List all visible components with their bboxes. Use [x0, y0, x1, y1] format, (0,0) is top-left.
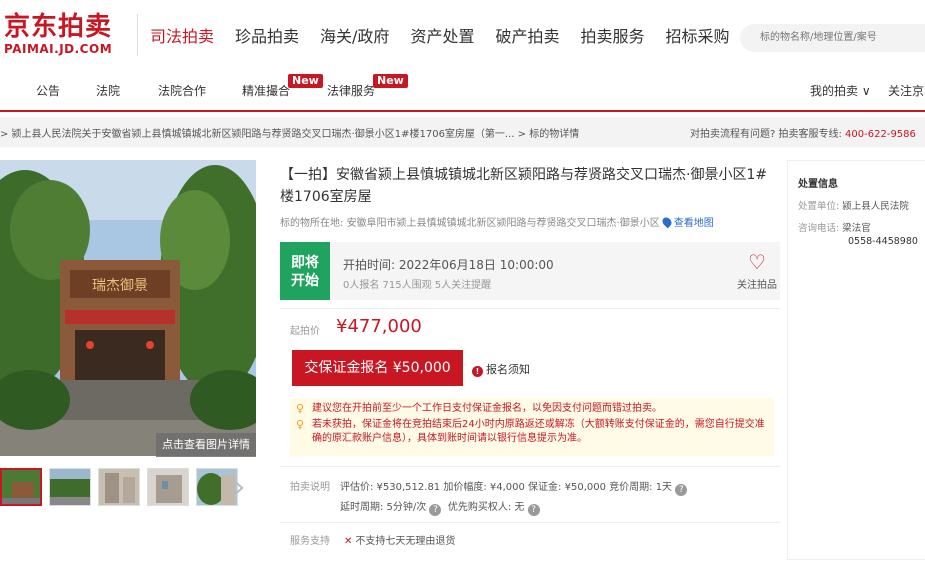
hotline-phone[interactable]: 400-622-9586 — [845, 129, 916, 140]
sub-nav-court[interactable]: 法院 — [96, 82, 120, 100]
map-pin-icon — [660, 215, 674, 229]
contact-phone: 0558-4458980 — [848, 236, 918, 247]
nav-tender-procurement[interactable]: 招标采购 — [665, 24, 729, 50]
sub-nav-label: 精准撮合 — [242, 84, 291, 98]
main-property-image[interactable]: 瑞杰御景 — [0, 160, 256, 456]
item-title: 【一拍】安徽省颍上县慎城镇城北新区颍阳路与荐贤路交叉口瑞杰·御景小区1#楼170… — [280, 167, 768, 205]
logo-text: 京东拍卖 — [4, 12, 113, 42]
view-map-link[interactable]: 查看地图 — [674, 218, 714, 229]
auction-status-box: 即将 开始 开拍时间: 2022年06月18日 10:00:00 0人报名 71… — [280, 242, 780, 300]
nav-customs-government[interactable]: 海关/政府 — [320, 24, 389, 50]
sub-nav-precise-matching[interactable]: 精准撮合 New — [242, 74, 323, 100]
tip-item: ♀ 若未获拍，保证金将在竞拍结束后24小时内原路返还或解冻（大额转账支付保证金的，… — [296, 418, 768, 446]
contact-row: 咨询电话: 梁法官 — [798, 220, 925, 234]
sub-nav-legal-service[interactable]: 法律服务 New — [327, 74, 408, 100]
divider — [280, 522, 780, 523]
jd-auction-logo[interactable]: 京东拍卖 PAIMAI.JD.COM — [4, 12, 134, 56]
follow-jd-link[interactable]: 关注京东 — [888, 82, 925, 100]
status-line: 即将 — [291, 255, 319, 271]
sub-nav: 公告 法院 法院合作 精准撮合 New 法律服务 New 我的拍卖 ∨ 关注京东 — [0, 72, 925, 112]
auction-stats: 0人报名 715人围观 5人关注提醒 — [343, 280, 492, 291]
delay-period: 延时周期: 5分钟/次 — [340, 502, 427, 513]
hotline-label: 对拍卖流程有问题? 拍卖客服专线: — [690, 129, 846, 140]
location-value: 安徽阜阳市颍上县慎城镇城北新区颍阳路与荐贤路交叉口瑞杰·御景小区 — [346, 218, 660, 229]
nav-asset-disposal[interactable]: 资产处置 — [410, 24, 474, 50]
lightbulb-icon: ♀ — [296, 418, 305, 431]
site-header: 京东拍卖 PAIMAI.JD.COM 司法拍卖 珍品拍卖 海关/政府 资产处置 … — [0, 0, 925, 72]
nav-treasure-auction[interactable]: 珍品拍卖 — [235, 24, 299, 50]
divider — [280, 466, 780, 467]
disposal-unit-label: 处置单位: — [798, 201, 840, 212]
svg-text:瑞杰御景: 瑞杰御景 — [92, 278, 148, 294]
help-icon[interactable]: ? — [675, 484, 688, 496]
disposal-info-title: 处置信息 — [798, 179, 838, 190]
item-location: 标的物所在地: 安徽阜阳市颍上县慎城镇城北新区颍阳路与荐贤路交叉口瑞杰·御景小区… — [280, 214, 714, 229]
tip-item: ♀ 建议您在开拍前至少一个工作日支付保证金报名，以免因支付问题而错过拍卖。 — [296, 402, 768, 416]
disposal-unit-row: 处置单位: 颍上县人民法院 — [798, 198, 925, 212]
follow-item-button[interactable]: ♡ 关注拍品 — [732, 252, 782, 291]
auction-rules: 拍卖说明 评估价: ¥530,512.81 加价幅度: ¥4,000 保证金: ¥… — [290, 478, 688, 518]
thumbnail[interactable] — [147, 468, 189, 506]
auction-rules-values: 评估价: ¥530,512.81 加价幅度: ¥4,000 保证金: ¥50,0… — [340, 482, 673, 493]
follow-label: 关注拍品 — [737, 280, 777, 291]
my-auction-dropdown[interactable]: 我的拍卖 ∨ — [810, 82, 871, 100]
nav-bankruptcy-auction[interactable]: 破产拍卖 — [495, 24, 559, 50]
disposal-unit: 颍上县人民法院 — [842, 201, 909, 212]
sub-nav-announcement[interactable]: 公告 — [36, 82, 60, 100]
status-line: 开始 — [291, 273, 319, 289]
nav-auction-service[interactable]: 拍卖服务 — [580, 24, 644, 50]
location-label: 标的物所在地: — [280, 218, 347, 229]
start-time: 开拍时间: 2022年06月18日 10:00:00 — [343, 258, 554, 272]
support-text: 不支持七天无理由退货 — [355, 536, 456, 547]
thumbnail[interactable] — [0, 468, 42, 506]
view-image-details-button[interactable]: 点击查看图片详情 — [156, 433, 256, 457]
tips-box: ♀ 建议您在开拍前至少一个工作日支付保证金报名，以免因支付问题而错过拍卖。 ♀ 若未… — [290, 398, 774, 456]
thumbnail[interactable] — [196, 468, 238, 506]
pay-deposit-button[interactable]: 交保证金报名 ¥50,000 — [292, 350, 463, 386]
new-badge: New — [288, 74, 323, 88]
divider — [280, 308, 780, 309]
new-badge: New — [373, 74, 408, 88]
logo-domain: PAIMAI.JD.COM — [4, 42, 113, 56]
notice-label: 报名须知 — [486, 363, 530, 376]
thumbnail[interactable] — [98, 468, 140, 506]
thumbnail-strip — [0, 468, 245, 506]
auction-rules-row: 拍卖说明 评估价: ¥530,512.81 加价幅度: ¥4,000 保证金: ¥… — [290, 478, 688, 498]
tip-text: 建议您在开拍前至少一个工作日支付保证金报名，以免因支付问题而错过拍卖。 — [312, 403, 662, 414]
status-badge: 即将 开始 — [280, 242, 330, 300]
contact-name: 梁法官 — [842, 223, 871, 234]
lightbulb-icon: ♀ — [296, 402, 305, 415]
starting-price: ¥477,000 — [336, 316, 422, 337]
preemption-right: 优先购买权人: 无 — [447, 502, 525, 513]
breadcrumb[interactable]: > 颍上县人民法院关于安徽省颍上县慎城镇城北新区颍阳路与荐贤路交叉口瑞杰·御景小… — [0, 125, 579, 140]
help-icon[interactable]: ? — [429, 504, 442, 516]
auction-rules-row: 延时周期: 5分钟/次 ? 优先购买权人: 无 ? — [290, 498, 687, 518]
starting-price-label: 起拍价 — [290, 326, 320, 337]
service-support: 服务支持 ✕ 不支持七天无理由退货 — [290, 532, 455, 547]
thumbnail[interactable] — [49, 468, 91, 506]
customer-service-hotline: 对拍卖流程有问题? 拍卖客服专线: 400-622-9586 — [690, 125, 916, 140]
sub-nav-label: 法律服务 — [327, 84, 376, 98]
nav-judicial-auction[interactable]: 司法拍卖 — [150, 24, 214, 50]
next-thumbnails-arrow[interactable]: › — [234, 470, 245, 504]
logo-divider — [137, 14, 138, 56]
contact-label: 咨询电话: — [798, 223, 840, 234]
auction-rules-label: 拍卖说明 — [290, 482, 330, 493]
main-nav: 司法拍卖 珍品拍卖 海关/政府 资产处置 破产拍卖 拍卖服务 招标采购 — [150, 24, 751, 50]
tip-text: 若未获拍，保证金将在竞拍结束后24小时内原路返还或解冻（大额转账支付保证金的，需… — [312, 419, 765, 444]
search-input[interactable] — [740, 24, 925, 52]
breadcrumb-bar: > 颍上县人民法院关于安徽省颍上县慎城镇城北新区颍阳路与荐贤路交叉口瑞杰·御景小… — [0, 117, 925, 147]
heart-plus-icon: ♡ — [748, 250, 766, 274]
help-icon[interactable]: ? — [527, 504, 540, 516]
sub-nav-court-cooperation[interactable]: 法院合作 — [158, 82, 206, 100]
registration-notice-link[interactable]: ! 报名须知 — [472, 361, 530, 377]
info-icon: ! — [472, 366, 483, 377]
support-label: 服务支持 — [290, 536, 330, 547]
disposal-info-panel: 处置信息 处置单位: 颍上县人民法院 咨询电话: 梁法官 0558-445898… — [787, 160, 925, 560]
cross-icon: ✕ — [344, 536, 353, 547]
